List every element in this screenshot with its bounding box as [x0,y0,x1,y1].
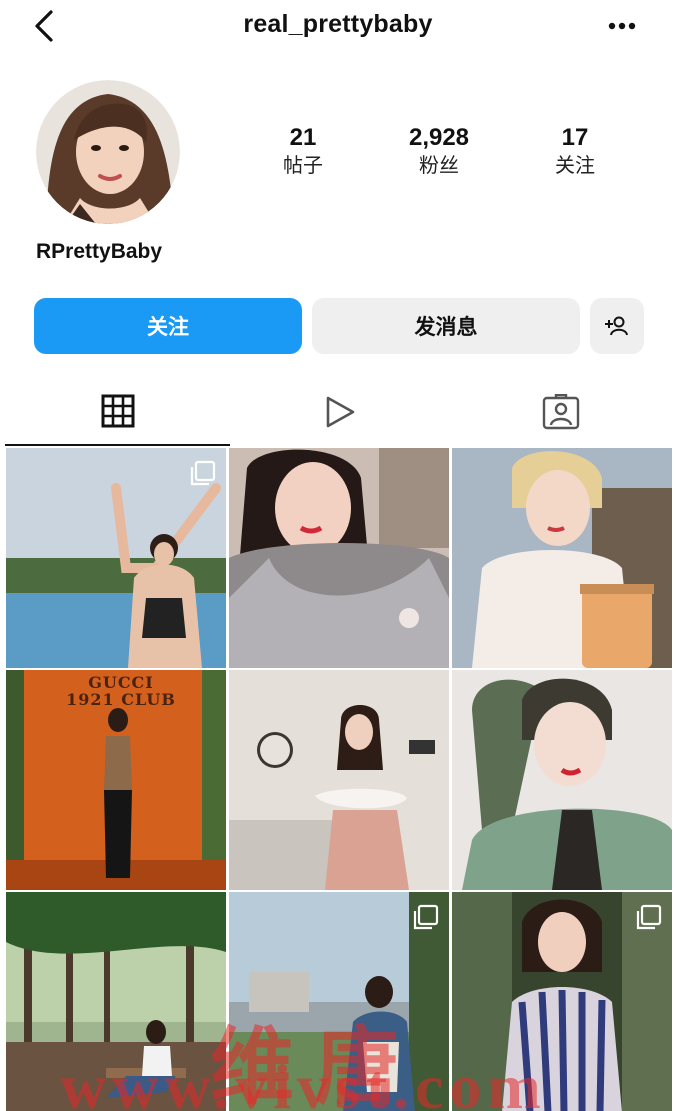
profile-tabs [0,378,676,448]
post-thumbnail[interactable] [452,670,672,890]
top-bar: real_prettybaby [0,0,676,52]
more-horizontal-icon [608,22,636,30]
tab-reels[interactable] [227,378,452,446]
multiple-photos-icon [413,904,439,930]
profile-screen: real_prettybaby 21 帖子 2,928 粉丝 17 关注 RPr… [0,0,676,1111]
multiple-photos-icon [190,460,216,486]
post-thumbnail[interactable] [229,892,449,1111]
grid-icon [101,394,134,428]
following-label: 关注 [555,155,595,177]
multiple-photos-icon [636,904,662,930]
followers-label: 粉丝 [419,155,459,177]
posts-label: 帖子 [283,155,323,177]
stat-posts[interactable]: 21 帖子 [248,124,358,180]
reels-play-icon [326,396,354,428]
add-person-icon [605,316,628,336]
post-thumbnail[interactable] [452,892,672,1111]
post-thumbnail[interactable] [6,448,226,668]
followers-count: 2,928 [408,124,470,151]
post-thumbnail[interactable] [452,448,672,668]
posts-count: 21 [289,124,317,151]
post-thumbnail[interactable] [229,670,449,890]
post-thumbnail[interactable] [229,448,449,668]
profile-avatar[interactable] [36,80,180,224]
stat-followers[interactable]: 2,928 粉丝 [384,124,494,180]
profile-username-title: real_prettybaby [243,10,433,38]
following-count: 17 [561,124,589,151]
tab-posts-grid[interactable] [5,378,230,446]
tagged-person-icon [542,394,579,430]
profile-display-name: RPrettyBaby [36,240,163,263]
post-thumbnail[interactable] [6,892,226,1111]
suggested-people-button[interactable] [590,298,644,354]
club-sign-text: GUCCI 1921 CLUB [66,673,176,709]
message-button[interactable]: 发消息 [312,298,580,354]
more-options-button[interactable] [602,8,642,44]
stat-following[interactable]: 17 关注 [520,124,630,180]
post-thumbnail[interactable]: GUCCI 1921 CLUB [6,670,226,890]
tab-tagged[interactable] [448,378,673,446]
follow-button[interactable]: 关注 [34,298,302,354]
posts-grid: GUCCI 1921 CLUB [6,448,672,1111]
